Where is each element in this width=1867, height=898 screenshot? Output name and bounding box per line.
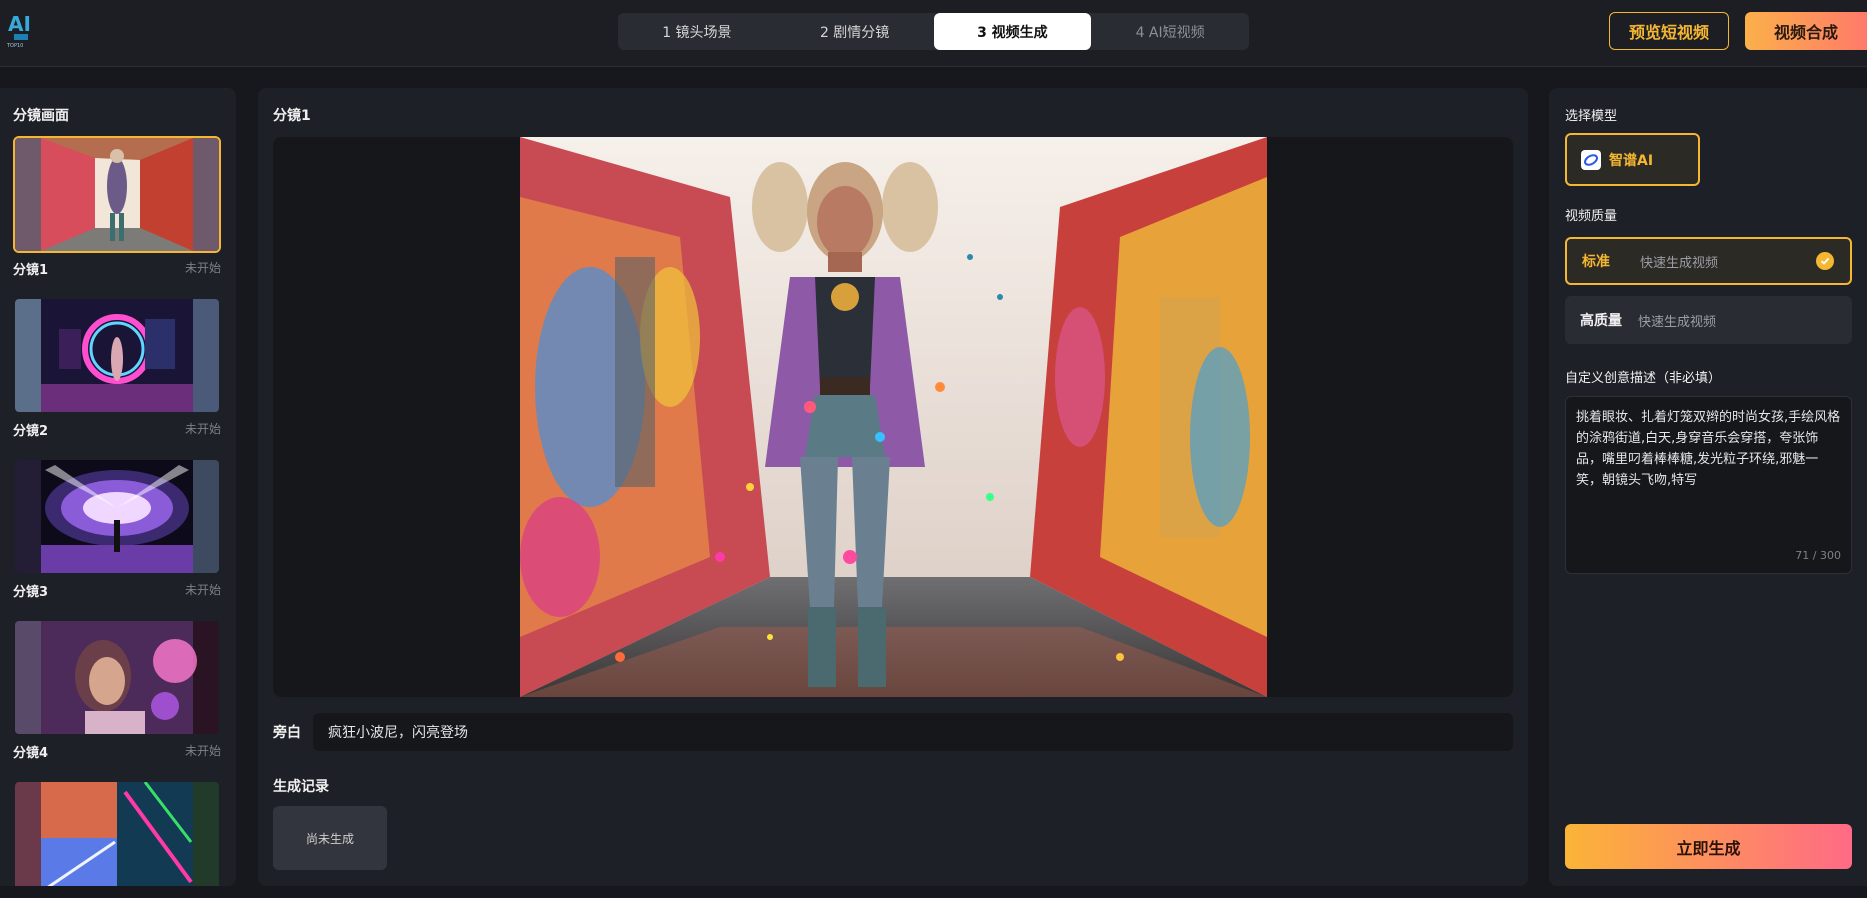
quality-desc: 快速生成视频	[1638, 314, 1717, 330]
shot-status: 未开始	[184, 422, 221, 436]
description-text: 挑着眼妆、扎着灯笼双辫的时尚女孩,手绘风格的涂鸦街道,白天,身穿音乐会穿搭，夸张…	[1576, 410, 1841, 488]
tab-video-generation[interactable]: 3 视频生成	[933, 13, 1092, 50]
history-empty-card: 尚未生成	[273, 806, 387, 870]
svg-text:TOP10: TOP10	[6, 43, 23, 49]
shot-name: 分镜4	[13, 746, 49, 761]
generate-now-button[interactable]: 立即生成	[1565, 824, 1852, 869]
shot-item[interactable]: 分镜2 未开始	[13, 297, 221, 439]
shot-name: 分镜3	[13, 585, 49, 600]
shot-status: 未开始	[184, 583, 221, 597]
shot-thumbnail[interactable]	[13, 136, 221, 253]
neon-portal-thumbnail	[15, 299, 219, 412]
shot-thumbnail[interactable]	[13, 780, 221, 886]
svg-text:AI: AI	[8, 12, 31, 36]
check-icon	[1816, 252, 1834, 270]
shot-name: 分镜2	[13, 424, 49, 439]
storyboard-title: 分镜画面	[13, 108, 69, 124]
shot-item[interactable]: 分镜3 未开始	[13, 458, 221, 600]
description-textarea[interactable]: 挑着眼妆、扎着灯笼双辫的时尚女孩,手绘风格的涂鸦街道,白天,身穿音乐会穿搭，夸张…	[1565, 396, 1852, 574]
quality-title: 视频质量	[1565, 209, 1618, 224]
step-tabs: 1 镜头场景 2 剧情分镜 3 视频生成 4 AI短视频	[618, 13, 1249, 50]
street-girl-thumbnail	[15, 138, 219, 251]
shot-detail-panel: 分镜1 旁白 疯狂小波尼，闪亮登场 生成记录 尚未生成	[258, 88, 1528, 886]
quality-name: 标准	[1582, 254, 1610, 270]
narration-label: 旁白	[273, 725, 301, 741]
model-title: 选择模型	[1565, 109, 1618, 124]
shot-status: 未开始	[184, 261, 221, 275]
history-title: 生成记录	[273, 779, 329, 795]
app-logo[interactable]: AI TOP10	[6, 9, 40, 49]
compose-video-button[interactable]: 视频合成	[1745, 12, 1867, 50]
model-name: 智谱AI	[1609, 152, 1654, 169]
shot-thumbnail[interactable]	[13, 297, 221, 414]
shot-thumbnail[interactable]	[13, 619, 221, 736]
tab-storyboard[interactable]: 2 剧情分镜	[776, 13, 934, 50]
shot-title: 分镜1	[273, 108, 311, 124]
shot-status: 未开始	[184, 744, 221, 758]
quality-desc: 快速生成视频	[1640, 255, 1719, 271]
storyboard-panel: 分镜画面 分镜1 未开始 分镜2 未开始 分镜3 未开始 分镜4 未开始	[0, 88, 236, 886]
shot-image	[520, 137, 1267, 697]
quality-name: 高质量	[1580, 313, 1622, 329]
tab-scene[interactable]: 1 镜头场景	[618, 13, 776, 50]
character-count: 71 / 300	[1795, 549, 1841, 562]
quality-option-standard[interactable]: 标准 快速生成视频	[1565, 237, 1852, 285]
shot-item[interactable]	[13, 780, 221, 886]
light-show-thumbnail	[15, 782, 219, 886]
preview-video-button[interactable]: 预览短视频	[1609, 12, 1729, 50]
top-bar: AI TOP10 1 镜头场景 2 剧情分镜 3 视频生成 4 AI短视频 预览…	[0, 0, 1867, 67]
concert-stage-thumbnail	[15, 460, 219, 573]
shot-item[interactable]: 分镜4 未开始	[13, 619, 221, 761]
shot-preview	[273, 137, 1513, 697]
zhipu-logo-icon	[1581, 149, 1601, 170]
shot-item[interactable]: 分镜1 未开始	[13, 136, 221, 278]
generation-settings-panel: 选择模型 智谱AI 视频质量 标准 快速生成视频 高质量 快速生成视频 自定义创…	[1549, 88, 1867, 886]
narration-field[interactable]: 疯狂小波尼，闪亮登场	[313, 713, 1513, 751]
graffiti-street-girl-image	[520, 137, 1267, 697]
portrait-thumbnail	[15, 621, 219, 734]
quality-option-high[interactable]: 高质量 快速生成视频	[1565, 296, 1852, 344]
tab-ai-short-video[interactable]: 4 AI短视频	[1091, 13, 1249, 50]
description-title: 自定义创意描述（非必填）	[1565, 371, 1722, 386]
shot-name: 分镜1	[13, 263, 49, 278]
shot-thumbnail[interactable]	[13, 458, 221, 575]
model-option-zhipu[interactable]: 智谱AI	[1565, 133, 1700, 186]
